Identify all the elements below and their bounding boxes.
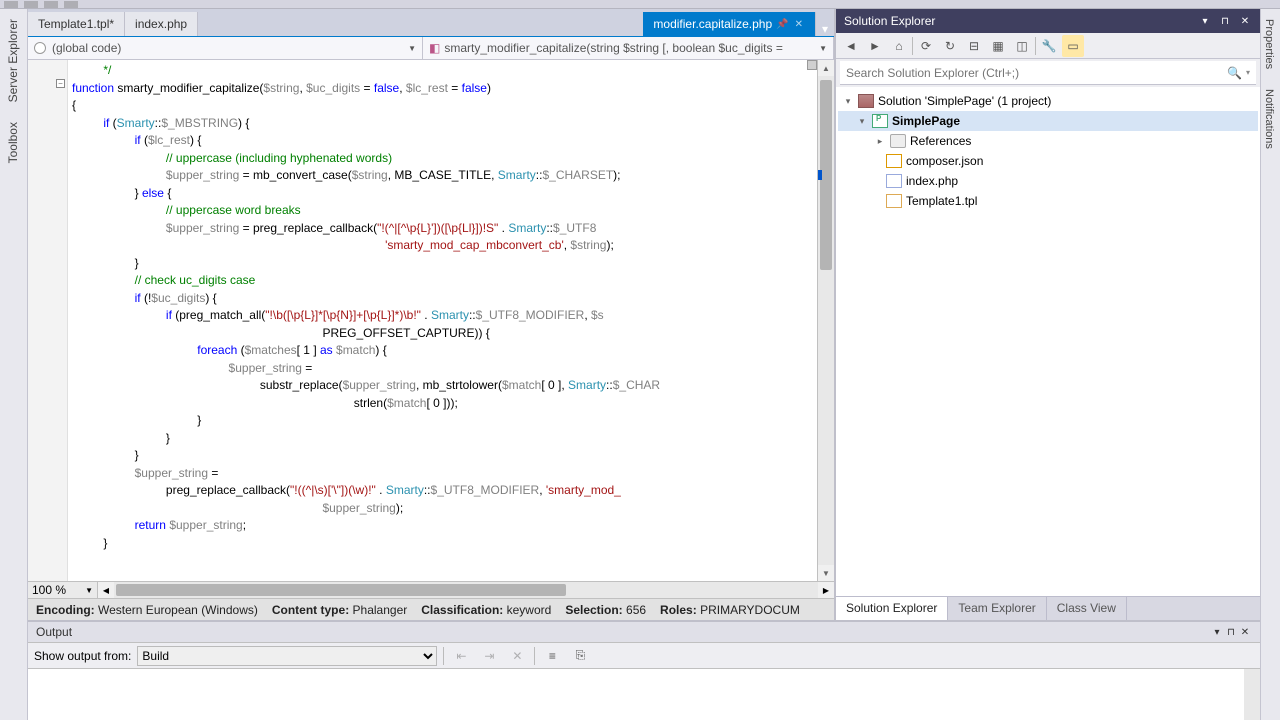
horizontal-scrollbar[interactable]: ◀ ▶ — [98, 582, 834, 598]
solution-icon — [858, 94, 874, 108]
solution-search[interactable]: 🔍 ▾ — [840, 61, 1256, 85]
goto-prev-icon[interactable]: ⇤ — [450, 645, 472, 667]
split-handle[interactable] — [807, 60, 817, 70]
output-title: Output ▾ ⊓ ✕ — [28, 622, 1260, 642]
change-marker — [818, 170, 822, 180]
hscroll-thumb[interactable] — [116, 584, 566, 596]
find-icon[interactable]: ⎘ — [569, 645, 591, 667]
scroll-right-icon[interactable]: ▶ — [818, 582, 834, 598]
references-node[interactable]: ▸ References — [838, 131, 1258, 151]
output-toolbar: Show output from: Build ⇤ ⇥ ✕ ≡ ⎘ — [28, 642, 1260, 668]
goto-next-icon[interactable]: ⇥ — [478, 645, 500, 667]
view-icon[interactable]: ▭ — [1062, 35, 1084, 57]
preview-icon[interactable]: ◫ — [1011, 35, 1033, 57]
right-panel-tabs: Solution Explorer Team Explorer Class Vi… — [836, 596, 1260, 620]
zoom-combo[interactable]: 100 %▼ — [28, 582, 98, 598]
main-toolbar[interactable] — [0, 0, 1280, 9]
editor-status-bar: Encoding: Western European (Windows) Con… — [28, 598, 834, 620]
scope-icon — [34, 42, 46, 54]
show-all-icon[interactable]: ▦ — [987, 35, 1009, 57]
solution-search-input[interactable] — [846, 66, 1227, 80]
close-icon[interactable]: ✕ — [793, 19, 805, 30]
scroll-down-icon[interactable]: ▼ — [818, 565, 834, 581]
scroll-up-icon[interactable]: ▲ — [818, 60, 834, 76]
json-file-icon — [886, 154, 902, 168]
properties-icon[interactable]: 🔧 — [1038, 35, 1060, 57]
search-options-icon[interactable]: ▾ — [1246, 68, 1250, 77]
refresh-icon[interactable]: ↻ — [939, 35, 961, 57]
file-index-php[interactable]: index.php — [838, 171, 1258, 191]
method-icon: ◧ — [429, 41, 440, 55]
sync-icon[interactable]: ⟳ — [915, 35, 937, 57]
fold-toggle[interactable]: − — [56, 79, 65, 88]
references-icon — [890, 134, 906, 148]
tab-overflow-icon[interactable]: ▾ — [816, 22, 834, 36]
notifications-tab[interactable]: Notifications — [1261, 79, 1277, 159]
solution-explorer-toolbar: ◄ ► ⌂ ⟳ ↻ ⊟ ▦ ◫ 🔧 ▭ — [836, 33, 1260, 59]
tab-team-explorer[interactable]: Team Explorer — [948, 597, 1046, 620]
toggle-wrap-icon[interactable]: ≡ — [541, 645, 563, 667]
member-dropdown[interactable]: ◧ smarty_modifier_capitalize(string $str… — [423, 37, 834, 59]
window-menu-icon[interactable]: ▾ — [1198, 14, 1212, 28]
project-node[interactable]: ▾ SimplePage — [838, 111, 1258, 131]
vertical-scrollbar[interactable]: ▲ ▼ — [817, 60, 834, 581]
search-icon[interactable]: 🔍 — [1227, 66, 1242, 80]
right-tool-rail: Properties Notifications — [1260, 9, 1280, 720]
forward-icon[interactable]: ► — [864, 35, 886, 57]
home-icon[interactable]: ⌂ — [888, 35, 910, 57]
pin-icon[interactable]: ⊓ — [1218, 14, 1232, 28]
pin-icon[interactable]: ⊓ — [1224, 625, 1238, 639]
clear-icon[interactable]: ✕ — [506, 645, 528, 667]
project-icon — [872, 114, 888, 128]
file-template1-tpl[interactable]: Template1.tpl — [838, 191, 1258, 211]
output-scrollbar[interactable] — [1244, 669, 1260, 720]
left-tool-rail: Server Explorer Toolbox — [0, 9, 28, 720]
solution-explorer-title: Solution Explorer ▾ ⊓ ✕ — [836, 9, 1260, 33]
output-source-select[interactable]: Build — [137, 646, 437, 666]
file-composer-json[interactable]: composer.json — [838, 151, 1258, 171]
tab-template1[interactable]: Template1.tpl* — [28, 12, 125, 36]
pin-icon[interactable]: 📌 — [776, 19, 788, 30]
properties-tab[interactable]: Properties — [1261, 9, 1277, 79]
tab-index-php[interactable]: index.php — [125, 12, 198, 36]
close-icon[interactable]: ✕ — [1238, 14, 1252, 28]
solution-tree[interactable]: ▾ Solution 'SimplePage' (1 project) ▾ Si… — [836, 87, 1260, 596]
toolbox-tab[interactable]: Toolbox — [0, 112, 26, 173]
code-editor[interactable]: */ function smarty_modifier_capitalize($… — [68, 60, 817, 581]
server-explorer-tab[interactable]: Server Explorer — [0, 9, 26, 112]
output-body[interactable] — [28, 668, 1260, 720]
code-gutter: − — [28, 60, 68, 581]
tab-class-view[interactable]: Class View — [1047, 597, 1127, 620]
document-tab-strip: Template1.tpl* index.php modifier.capita… — [28, 9, 834, 37]
window-menu-icon[interactable]: ▾ — [1210, 625, 1224, 639]
back-icon[interactable]: ◄ — [840, 35, 862, 57]
output-source-label: Show output from: — [34, 649, 131, 663]
close-icon[interactable]: ✕ — [1238, 625, 1252, 639]
tpl-file-icon — [886, 194, 902, 208]
solution-node[interactable]: ▾ Solution 'SimplePage' (1 project) — [838, 91, 1258, 111]
tab-solution-explorer[interactable]: Solution Explorer — [836, 597, 948, 620]
scope-dropdown[interactable]: (global code)▼ — [28, 37, 423, 59]
tab-modifier-capitalize[interactable]: modifier.capitalize.php 📌 ✕ — [643, 12, 816, 36]
php-file-icon — [886, 174, 902, 188]
scroll-left-icon[interactable]: ◀ — [98, 582, 114, 598]
collapse-icon[interactable]: ⊟ — [963, 35, 985, 57]
